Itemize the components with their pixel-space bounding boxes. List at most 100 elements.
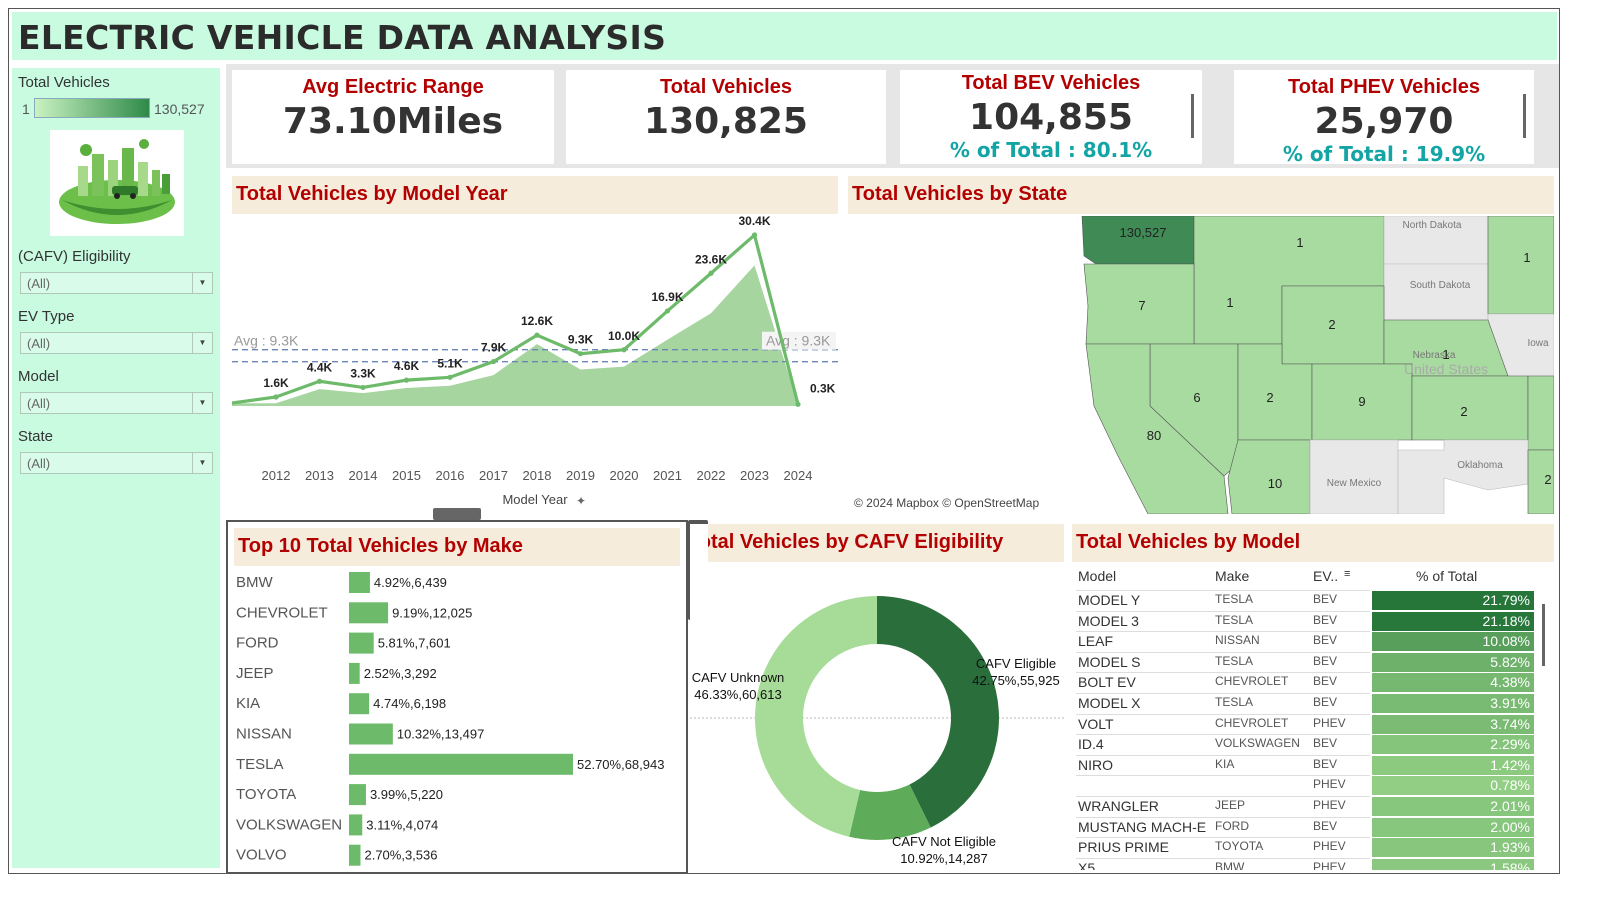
- row-divider: [1076, 672, 1370, 674]
- table-cell-ev-type[interactable]: BEV: [1313, 819, 1337, 833]
- map-state-washington: [1081, 216, 1195, 265]
- table-cell-model[interactable]: BOLT EV: [1078, 674, 1136, 690]
- kpi-scrollbar[interactable]: [1523, 94, 1526, 138]
- table-cell-pct[interactable]: 1.58%: [1372, 858, 1534, 870]
- chevron-down-icon[interactable]: ▼: [192, 273, 212, 293]
- table-cell-model[interactable]: ID.4: [1078, 736, 1104, 752]
- col-header-make[interactable]: Make: [1215, 568, 1249, 588]
- table-cell-model[interactable]: PRIUS PRIME: [1078, 839, 1169, 855]
- table-cell-make[interactable]: CHEVROLET: [1215, 674, 1288, 688]
- cafv-eligibility-select[interactable]: (All) ▼: [20, 272, 213, 294]
- table-cell-ev-type[interactable]: PHEV: [1313, 777, 1346, 791]
- table-cell-ev-type[interactable]: BEV: [1313, 592, 1337, 606]
- table-cell-make[interactable]: TESLA: [1215, 613, 1253, 627]
- state-select[interactable]: (All) ▼: [20, 452, 213, 474]
- table-cell-ev-type[interactable]: PHEV: [1313, 798, 1346, 812]
- make-bar: [349, 693, 370, 715]
- table-cell-model[interactable]: MODEL 3: [1078, 613, 1139, 629]
- average-label-left: Avg : 9.3K: [234, 333, 299, 349]
- table-cell-ev-type[interactable]: PHEV: [1313, 860, 1346, 870]
- x-tick-label: 2016: [436, 468, 465, 483]
- sort-icon[interactable]: ≡: [1344, 568, 1350, 588]
- table-cell-pct[interactable]: 2.29%: [1372, 735, 1534, 755]
- table-cell-pct[interactable]: 1.93%: [1372, 838, 1534, 858]
- table-cell-ev-type[interactable]: BEV: [1313, 633, 1337, 647]
- table-cell-model[interactable]: X5: [1078, 860, 1095, 870]
- table-cell-ev-type[interactable]: PHEV: [1313, 716, 1346, 730]
- area-series: [232, 265, 798, 406]
- map-label-north-dakota: North Dakota: [1403, 220, 1462, 231]
- us-state-map[interactable]: North Dakota South Dakota Iowa Nebraska …: [848, 216, 1554, 514]
- table-cell-model[interactable]: VOLT: [1078, 716, 1114, 732]
- table-cell-model[interactable]: LEAF: [1078, 633, 1113, 649]
- row-divider: [1076, 693, 1370, 694]
- table-cell-make[interactable]: TESLA: [1215, 695, 1253, 709]
- table-cell-make[interactable]: CHEVROLET: [1215, 716, 1288, 730]
- make-bar-label: 10.32%,13,497: [397, 727, 484, 742]
- table-cell-ev-type[interactable]: PHEV: [1313, 839, 1346, 853]
- chevron-down-icon[interactable]: ▼: [192, 393, 212, 413]
- col-header-ev-type[interactable]: EV..: [1313, 568, 1338, 588]
- table-cell-model[interactable]: MUSTANG MACH-E: [1078, 819, 1206, 835]
- map-label-iowa: Iowa: [1527, 338, 1549, 349]
- model-table-panel: Total Vehicles by Model Model Make EV.. …: [1072, 524, 1554, 870]
- make-bar: [349, 844, 361, 866]
- table-cell-ev-type[interactable]: BEV: [1313, 613, 1337, 627]
- kpi-percent: % of Total : 80.1%: [949, 138, 1153, 162]
- table-cell-pct[interactable]: 21.18%: [1372, 611, 1534, 631]
- table-cell-model[interactable]: WRANGLER: [1078, 798, 1159, 814]
- drag-handle[interactable]: [433, 508, 481, 520]
- map-copyright[interactable]: © 2024 Mapbox © OpenStreetMap: [854, 496, 1039, 510]
- col-header-model[interactable]: Model: [1078, 568, 1116, 588]
- data-label: 12.6K: [521, 314, 553, 328]
- table-cell-pct[interactable]: 3.74%: [1372, 714, 1534, 734]
- filter-label-cafv: (CAFV) Eligibility: [18, 248, 131, 265]
- table-cell-make[interactable]: FORD: [1215, 819, 1249, 833]
- cafv-donut-chart[interactable]: CAFV Eligible 42.75%,55,925 CAFV Not Eligi…: [690, 524, 1064, 870]
- table-cell-pct[interactable]: 4.38%: [1372, 673, 1534, 693]
- top-makes-bar-chart[interactable]: BMW 4.92%,6,439 CHEVROLET 9.19%,12,025 FORD 5…: [228, 522, 686, 872]
- table-cell-model[interactable]: MODEL Y: [1078, 592, 1140, 608]
- table-cell-make[interactable]: VOLKSWAGEN: [1215, 736, 1300, 750]
- model-select[interactable]: (All) ▼: [20, 392, 213, 414]
- table-cell-make[interactable]: NISSAN: [1215, 633, 1260, 647]
- table-cell-make[interactable]: JEEP: [1215, 798, 1245, 812]
- table-scrollbar[interactable]: [1542, 604, 1545, 666]
- table-cell-ev-type[interactable]: BEV: [1313, 695, 1337, 709]
- table-cell-model[interactable]: MODEL X: [1078, 695, 1141, 711]
- table-cell-model[interactable]: NIRO: [1078, 757, 1113, 773]
- table-cell-pct[interactable]: 0.78%: [1372, 776, 1534, 796]
- legend-min: 1: [22, 101, 30, 117]
- table-cell-model[interactable]: MODEL S: [1078, 654, 1141, 670]
- table-cell-make[interactable]: KIA: [1215, 757, 1234, 771]
- table-cell-pct[interactable]: 1.42%: [1372, 755, 1534, 775]
- table-cell-make[interactable]: TESLA: [1215, 654, 1253, 668]
- table-cell-pct[interactable]: 2.00%: [1372, 817, 1534, 837]
- ev-type-select[interactable]: (All) ▼: [20, 332, 213, 354]
- table-cell-pct[interactable]: 21.79%: [1372, 591, 1534, 610]
- line-point: [447, 374, 453, 380]
- table-cell-make[interactable]: TOYOTA: [1215, 839, 1263, 853]
- table-cell-pct[interactable]: 5.82%: [1372, 652, 1534, 672]
- chevron-down-icon[interactable]: ▼: [192, 453, 212, 473]
- make-bar-label: 4.92%,6,439: [374, 575, 447, 590]
- model-year-line-chart[interactable]: Avg : 9.3K Avg : 9.3K 1.6K 4.4K 3.3K 4.6K 5.1K…: [232, 176, 838, 514]
- make-bar-label: 9.19%,12,025: [392, 605, 472, 620]
- col-header-pct[interactable]: % of Total: [1416, 568, 1477, 588]
- table-cell-ev-type[interactable]: BEV: [1313, 736, 1337, 750]
- table-cell-pct[interactable]: 10.08%: [1372, 632, 1534, 652]
- title-bar: ELECTRIC VEHICLE DATA ANALYSIS: [12, 12, 1557, 60]
- table-cell-ev-type[interactable]: BEV: [1313, 674, 1337, 688]
- x-tick-label: 2015: [392, 468, 421, 483]
- table-cell-pct[interactable]: 2.01%: [1372, 797, 1534, 816]
- chevron-down-icon[interactable]: ▼: [192, 333, 212, 353]
- filter-sidebar: Total Vehicles 1 130,527 (CAFV) Eligibil…: [12, 68, 220, 868]
- x-tick-label: 2023: [740, 468, 769, 483]
- table-cell-ev-type[interactable]: BEV: [1313, 654, 1337, 668]
- table-cell-ev-type[interactable]: BEV: [1313, 757, 1337, 771]
- table-cell-pct[interactable]: 3.91%: [1372, 694, 1534, 713]
- kpi-scrollbar[interactable]: [1191, 94, 1194, 138]
- table-cell-make[interactable]: TESLA: [1215, 592, 1253, 606]
- x-tick-label: 2013: [305, 468, 334, 483]
- table-cell-make[interactable]: BMW: [1215, 860, 1244, 870]
